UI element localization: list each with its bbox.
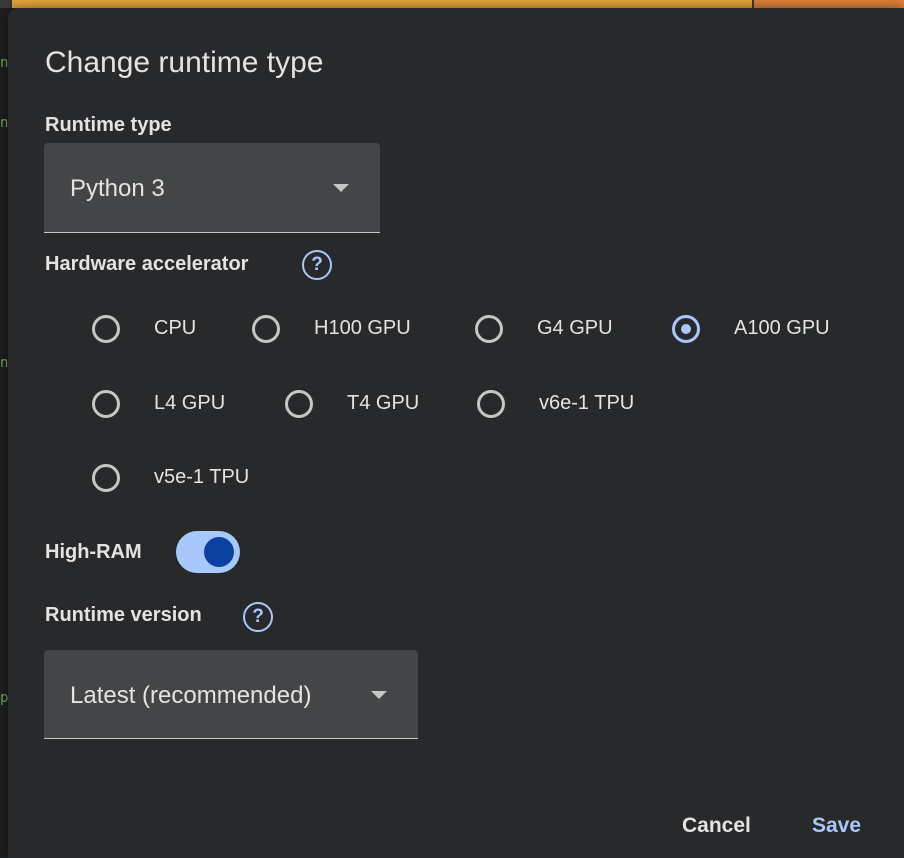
radio-v6e-1-tpu[interactable]: v6e-1 TPU — [477, 388, 657, 424]
radio-label: v5e-1 TPU — [154, 466, 250, 488]
background-code-fragment: p — [0, 690, 8, 706]
radio-circle — [92, 464, 120, 492]
dialog-title: Change runtime type — [45, 46, 324, 79]
radio-circle — [477, 390, 505, 418]
radio-t4-gpu[interactable]: T4 GPU — [285, 388, 435, 424]
hardware-accelerator-label: Hardware accelerator — [45, 253, 249, 275]
runtime-type-select[interactable]: Python 3 — [44, 143, 380, 233]
radio-circle — [92, 390, 120, 418]
radio-label: v6e-1 TPU — [539, 392, 635, 414]
background-code-fragment: n — [0, 355, 8, 371]
high-ram-label: High-RAM — [45, 541, 142, 563]
radio-v5e-1-tpu[interactable]: v5e-1 TPU — [92, 462, 272, 498]
high-ram-toggle[interactable] — [176, 531, 240, 573]
radio-selected-dot — [681, 324, 691, 334]
radio-l4-gpu[interactable]: L4 GPU — [92, 388, 242, 424]
runtime-version-value: Latest (recommended) — [70, 682, 312, 709]
arrow-drop-down-icon — [371, 691, 387, 699]
question-circle-icon[interactable]: ? — [243, 602, 273, 632]
arrow-drop-down-icon — [333, 184, 349, 192]
runtime-type-label: Runtime type — [45, 114, 172, 136]
radio-h100-gpu[interactable]: H100 GPU — [252, 313, 432, 349]
save-button[interactable]: Save — [812, 814, 861, 838]
radio-circle — [475, 315, 503, 343]
radio-circle-checked — [672, 315, 700, 343]
runtime-version-select[interactable]: Latest (recommended) — [44, 650, 418, 739]
background-code-fragment: n — [0, 115, 8, 131]
radio-circle — [252, 315, 280, 343]
cancel-button[interactable]: Cancel — [682, 814, 751, 838]
runtime-type-value: Python 3 — [70, 175, 165, 202]
change-runtime-dialog: Change runtime type Runtime type Python … — [8, 8, 904, 858]
radio-label: T4 GPU — [347, 392, 420, 414]
radio-a100-gpu[interactable]: A100 GPU — [672, 313, 852, 349]
radio-g4-gpu[interactable]: G4 GPU — [475, 313, 635, 349]
radio-circle — [285, 390, 313, 418]
radio-label: L4 GPU — [154, 392, 226, 414]
radio-cpu[interactable]: CPU — [92, 313, 212, 349]
radio-label: A100 GPU — [734, 317, 830, 339]
radio-label: CPU — [154, 317, 197, 339]
radio-label: H100 GPU — [314, 317, 411, 339]
radio-circle — [92, 315, 120, 343]
top-accent-bar-right — [754, 0, 904, 8]
background-code-fragment: n — [0, 55, 8, 71]
toggle-knob — [204, 537, 234, 567]
runtime-version-label: Runtime version — [45, 604, 202, 626]
top-bar-gap-left — [0, 0, 12, 8]
radio-label: G4 GPU — [537, 317, 613, 339]
question-circle-icon[interactable]: ? — [302, 250, 332, 280]
